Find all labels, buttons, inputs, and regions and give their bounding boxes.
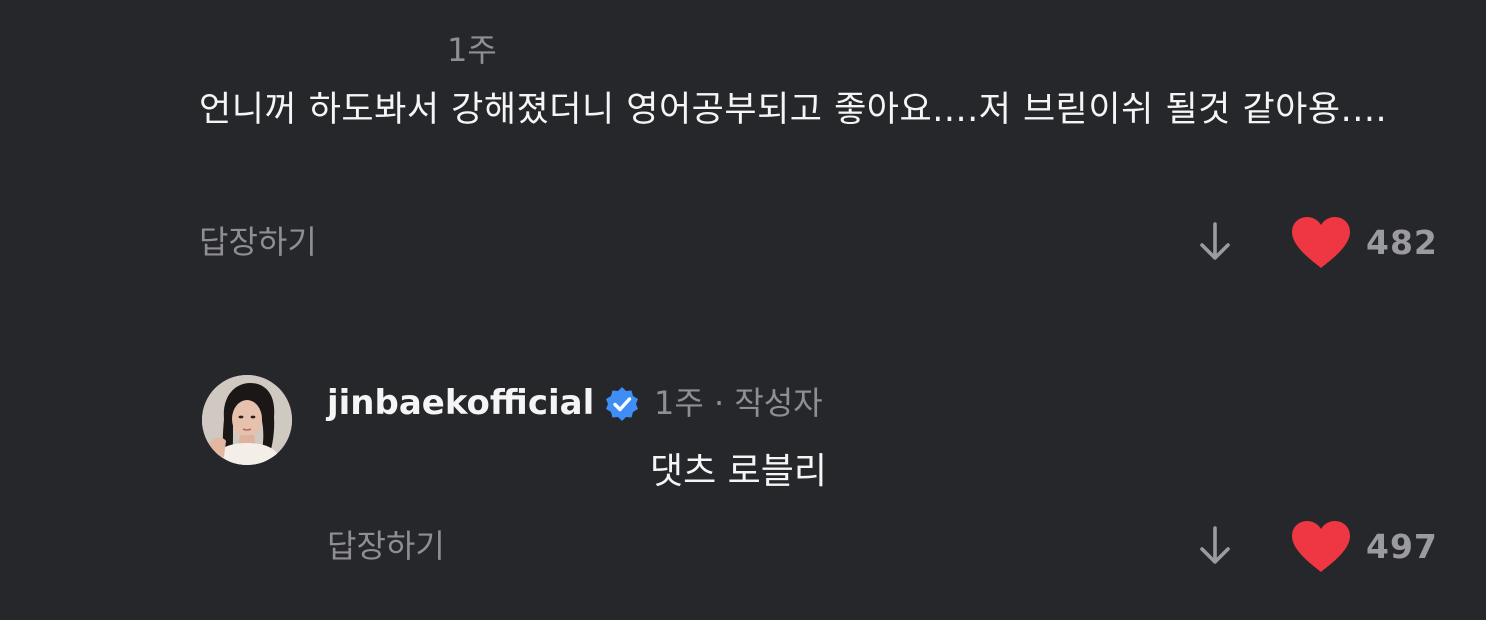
comment-timestamp: 1주 — [447, 31, 497, 69]
like-button[interactable] — [1290, 216, 1352, 270]
heart-icon — [1292, 217, 1350, 268]
verified-badge-icon — [604, 386, 640, 422]
heart-icon — [1292, 521, 1350, 572]
like-count: 497 — [1366, 527, 1438, 566]
reply-button[interactable]: 답장하기 — [327, 526, 445, 566]
dislike-button[interactable] — [1197, 220, 1233, 264]
comment-username[interactable]: jinbaekofficial — [327, 381, 594, 425]
like-button[interactable] — [1290, 520, 1352, 574]
comment-meta: 1주 · 작성자 — [654, 384, 823, 422]
arrow-down-icon — [1200, 526, 1230, 564]
comment-text: 댓츠 로블리 — [650, 451, 828, 492]
reply-button[interactable]: 답장하기 — [199, 222, 317, 262]
avatar-image — [202, 375, 292, 465]
arrow-down-icon — [1200, 222, 1230, 260]
dislike-button[interactable] — [1197, 524, 1233, 568]
avatar[interactable] — [202, 375, 292, 465]
like-count: 482 — [1366, 223, 1438, 262]
comment-text: 언니꺼 하도봐서 강해졌더니 영어공부되고 좋아요....저 브릳이쉬 될것 같… — [199, 90, 1388, 130]
